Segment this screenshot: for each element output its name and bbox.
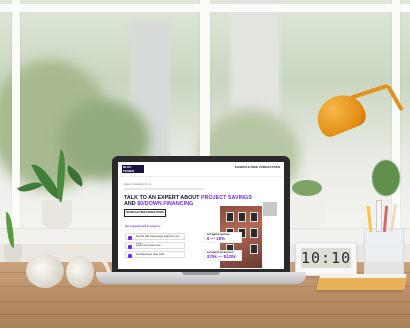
window-frame xyxy=(0,4,410,12)
site-logo[interactable]: BLOC POWER xyxy=(122,165,144,173)
site-eyebrow: Expert consultation for LA xyxy=(124,183,152,186)
site-header: BLOC POWER SCHEDULE FREE CONSULTATION xyxy=(118,162,284,177)
incentives-stat: ESTIMATED INCENTIVES $75k — $120k xyxy=(204,250,242,261)
schedule-consultation-link[interactable]: SCHEDULE FREE CONSULTATION xyxy=(235,166,280,169)
pencil-cup xyxy=(364,228,404,276)
headphones-cup xyxy=(26,254,64,288)
dot-pattern xyxy=(263,202,277,216)
headphones-cup xyxy=(66,256,94,288)
notebook-pages xyxy=(319,274,407,278)
clock-display: 10:10 xyxy=(301,248,352,268)
window-frame xyxy=(392,0,400,235)
laptop-trackpad-notch xyxy=(182,272,220,275)
plant-pot xyxy=(42,200,72,228)
bullet-icon xyxy=(128,244,132,249)
list-item: Find the right clean energy project for … xyxy=(125,233,185,245)
list-item: Get financing to cover costs xyxy=(125,251,185,258)
list-item: Learn how to save more xyxy=(125,242,185,249)
savings-stat: ESTIMATED SAVINGS 6 — 18% xyxy=(204,232,242,243)
laptop-screen: BLOC POWER SCHEDULE FREE CONSULTATION Ex… xyxy=(118,162,284,269)
digital-clock: 10:10 xyxy=(295,242,357,276)
bullet-icon xyxy=(128,235,132,240)
pencil xyxy=(376,200,382,232)
schedule-consultation-button[interactable]: SCHEDULE FREE CONSULTATION xyxy=(124,209,166,217)
text-line xyxy=(124,188,204,190)
window-frame xyxy=(12,0,20,235)
succulent xyxy=(292,180,322,196)
list-title: Get connected with an expert to: xyxy=(125,226,161,228)
notebook xyxy=(316,276,408,290)
photo-scene: 10:10 BLOC POWER SCHEDULE FREE CONSULTAT… xyxy=(0,0,410,328)
plant-pot xyxy=(290,194,326,226)
bullet-icon xyxy=(128,253,132,258)
plant-leaf xyxy=(372,160,400,196)
